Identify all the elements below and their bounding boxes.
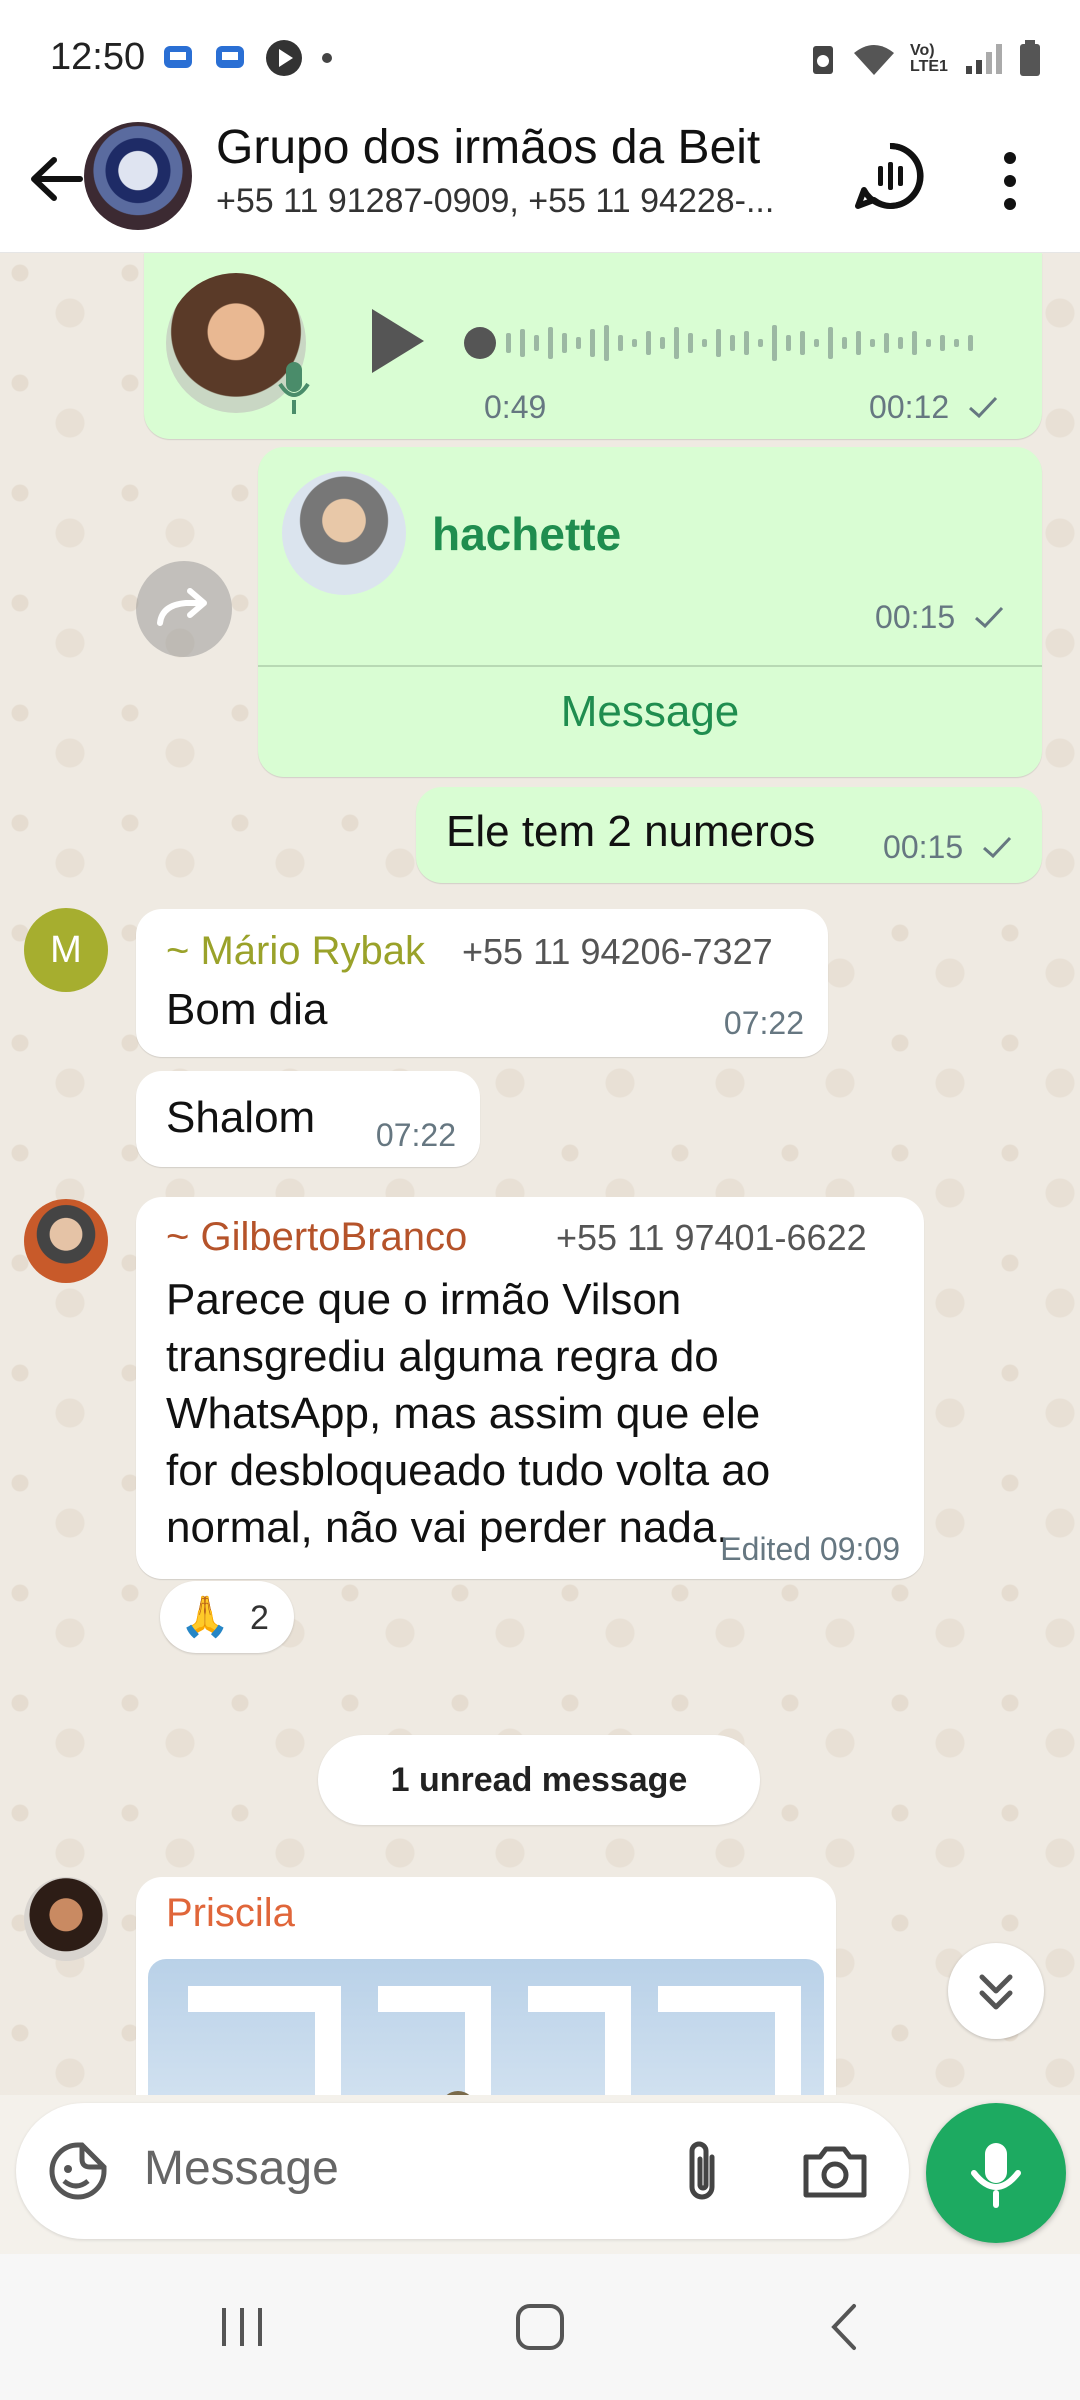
sender-phone: +55 11 97401-6622 xyxy=(556,1217,867,1258)
message-text: Ele tem 2 numeros xyxy=(446,807,816,856)
unread-banner: 1 unread message xyxy=(318,1735,760,1825)
mic-badge-icon xyxy=(278,362,310,414)
sent-check-icon xyxy=(969,396,998,418)
notification-icons xyxy=(160,38,334,78)
message-line: transgrediu alguma regra do xyxy=(166,1332,719,1381)
group-participants[interactable]: +55 11 91287-0909, +55 11 94228-... xyxy=(216,182,774,221)
contact-card-bubble[interactable]: hachette 00:15 Message xyxy=(258,447,1042,777)
reaction-count: 2 xyxy=(250,1599,269,1637)
nav-back-icon[interactable] xyxy=(820,2300,870,2354)
unread-label: 1 unread message xyxy=(390,1761,688,1799)
group-call-icon[interactable] xyxy=(852,138,928,214)
attach-icon[interactable] xyxy=(672,2137,732,2207)
forward-icon xyxy=(157,588,207,626)
home-icon[interactable] xyxy=(510,2300,570,2354)
battery-saver-icon xyxy=(813,46,833,74)
contact-time: 00:15 xyxy=(875,599,956,635)
message-text: Shalom xyxy=(166,1093,316,1142)
message-line: for desbloqueado tudo volta ao xyxy=(166,1446,771,1495)
chat-header: Grupo dos irmãos da Beit +55 11 91287-09… xyxy=(0,110,1080,253)
sticker-icon[interactable] xyxy=(46,2139,110,2203)
shared-image[interactable] xyxy=(148,1959,824,2095)
sender-name[interactable]: ~ GilbertoBranco xyxy=(166,1215,467,1260)
sender-avatar[interactable] xyxy=(24,1877,108,1961)
sender-phone: +55 11 94206-7327 xyxy=(462,931,773,972)
status-bar: 12:50 Vo) LTE1 xyxy=(0,0,1080,110)
contact-card-divider xyxy=(258,665,1042,667)
contact-name: hachette xyxy=(432,508,622,560)
voice-time: 00:12 xyxy=(869,389,950,425)
sender-avatar[interactable] xyxy=(24,1199,108,1283)
message-composer[interactable]: Message xyxy=(16,2103,909,2239)
microphone-icon xyxy=(971,2143,1021,2208)
more-options-icon[interactable] xyxy=(990,146,1030,216)
double-chevron-down-icon xyxy=(979,1974,1013,2010)
sender-name[interactable]: ~ Mário Rybak xyxy=(166,929,425,974)
sender-avatar[interactable]: M xyxy=(24,908,108,992)
message-time: 07:22 xyxy=(723,1005,804,1041)
incoming-message[interactable]: ~ GilbertoBranco +55 11 97401-6622 Parec… xyxy=(136,1197,924,1579)
system-navigation-bar xyxy=(0,2254,1080,2400)
outgoing-message[interactable]: Ele tem 2 numeros 00:15 xyxy=(416,787,1042,883)
contact-avatar xyxy=(282,471,406,595)
battery-icon xyxy=(1020,40,1040,76)
group-avatar[interactable] xyxy=(84,122,192,230)
image-content xyxy=(188,1986,801,2095)
forward-button[interactable] xyxy=(136,561,232,657)
message-line: WhatsApp, mas assim que ele xyxy=(166,1389,761,1438)
voice-record-button[interactable] xyxy=(926,2103,1066,2243)
message-contact-button[interactable]: Message xyxy=(258,687,1042,737)
message-input[interactable]: Message xyxy=(144,2141,339,2196)
reaction-emoji: 🙏 xyxy=(180,1595,230,1639)
incoming-image-message[interactable]: Priscila xyxy=(136,1877,836,2095)
message-time: Edited 09:09 xyxy=(720,1531,900,1567)
message-text: Bom dia xyxy=(166,985,328,1034)
voice-message-bubble[interactable]: 0:49 00:12 xyxy=(144,253,1042,439)
group-title[interactable]: Grupo dos irmãos da Beit xyxy=(216,120,760,175)
chat-area[interactable]: 0:49 00:12 hachette 00:15 Message Ele te… xyxy=(0,253,1080,2095)
voice-duration: 0:49 xyxy=(484,389,547,425)
message-timestamp: 00:15 xyxy=(883,829,1012,866)
app-notification-icon xyxy=(164,46,192,68)
incoming-message[interactable]: Shalom 07:22 xyxy=(136,1071,480,1167)
message-time: 00:15 xyxy=(883,829,964,865)
sender-name[interactable]: Priscila xyxy=(166,1891,295,1936)
incoming-message[interactable]: ~ Mário Rybak +55 11 94206-7327 Bom dia … xyxy=(136,909,828,1057)
sent-check-icon xyxy=(975,606,1004,628)
sent-check-icon xyxy=(983,836,1012,858)
recent-apps-icon[interactable] xyxy=(212,2302,272,2352)
back-arrow-icon[interactable] xyxy=(22,144,92,214)
camera-icon[interactable] xyxy=(800,2141,870,2201)
avatar-initial: M xyxy=(50,929,82,971)
status-time: 12:50 xyxy=(50,36,146,78)
message-text: Parece que o irmão Vilson transgrediu al… xyxy=(166,1271,906,1556)
scroll-to-bottom-button[interactable] xyxy=(948,1943,1044,2039)
play-icon[interactable] xyxy=(362,301,432,381)
dot-icon xyxy=(322,53,332,63)
message-time: 07:22 xyxy=(375,1117,456,1153)
play-notification-icon xyxy=(266,40,302,76)
app-notification-icon xyxy=(216,46,244,68)
wifi-icon xyxy=(854,45,894,75)
contact-timestamp: 00:15 xyxy=(875,599,1004,636)
system-icons: Vo) LTE1 xyxy=(808,40,1042,78)
voice-waveform[interactable] xyxy=(462,323,992,363)
voice-timestamp: 00:12 xyxy=(869,389,998,426)
signal-icon xyxy=(966,44,1002,74)
reaction-chip[interactable]: 🙏 2 xyxy=(160,1581,294,1653)
message-line: Parece que o irmão Vilson xyxy=(166,1275,682,1324)
network-label: Vo) LTE1 xyxy=(910,42,948,75)
